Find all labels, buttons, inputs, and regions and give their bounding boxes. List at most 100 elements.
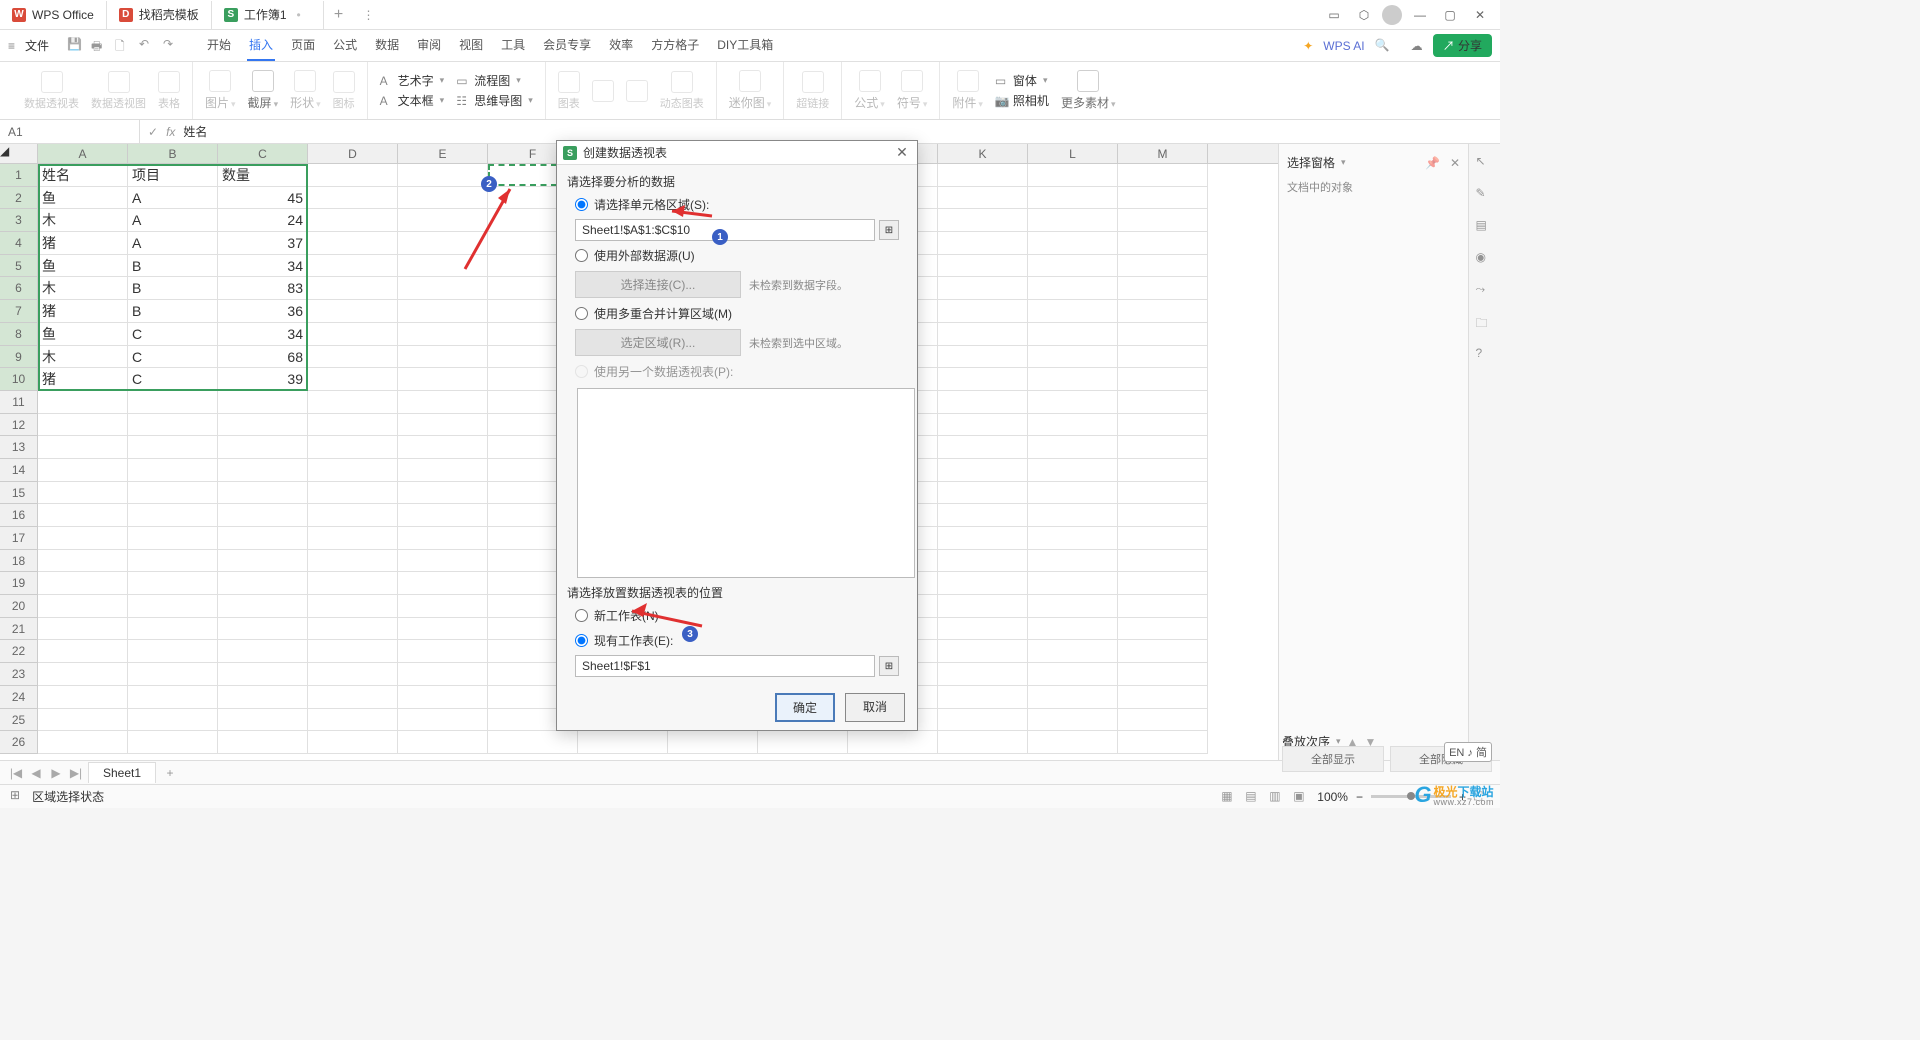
wps-ai-label[interactable]: WPS AI [1323,39,1364,53]
cell[interactable] [938,663,1028,686]
cell[interactable] [1028,255,1118,278]
row-header-13[interactable]: 13 [0,436,38,459]
cell[interactable] [1028,686,1118,709]
cell[interactable] [218,391,308,414]
ribbon-shape[interactable]: 形状▾ [290,70,321,111]
dialog-close-icon[interactable]: ✕ [893,144,911,162]
ribbon-minichart[interactable]: 迷你图▾ [729,70,772,111]
cell[interactable] [128,686,218,709]
cell[interactable] [308,527,398,550]
cell[interactable] [1118,209,1208,232]
cell[interactable] [398,459,488,482]
cell[interactable] [38,731,128,754]
ribbon-formula[interactable]: 公式▾ [854,70,885,111]
tab-menu-button[interactable]: ⋮ [354,8,384,22]
cell[interactable] [1118,595,1208,618]
cell[interactable] [398,504,488,527]
cell[interactable] [938,731,1028,754]
cell[interactable] [1118,232,1208,255]
cell[interactable] [1118,550,1208,573]
sheet-prev-icon[interactable]: ◀ [28,766,44,780]
row-header-17[interactable]: 17 [0,527,38,550]
cell[interactable] [308,300,398,323]
cell[interactable]: A [128,232,218,255]
cell[interactable] [38,550,128,573]
fx-icon[interactable]: fx [166,125,175,139]
window-mode-icon[interactable]: ▭ [1322,3,1346,27]
existing-picker-icon[interactable]: ⊞ [879,656,899,676]
cell[interactable] [38,504,128,527]
cell[interactable] [38,527,128,550]
cell[interactable] [398,595,488,618]
mtab-start[interactable]: 开始 [205,30,233,61]
cell[interactable] [1028,731,1118,754]
mtab-view[interactable]: 视图 [457,30,485,61]
cell[interactable] [398,255,488,278]
cell[interactable] [128,618,218,641]
panel-close-icon[interactable]: ✕ [1450,156,1460,170]
cell[interactable]: 68 [218,346,308,369]
cell[interactable] [38,436,128,459]
cell[interactable]: C [128,368,218,391]
row-header-16[interactable]: 16 [0,504,38,527]
cell[interactable] [308,255,398,278]
col-header-D[interactable]: D [308,144,398,163]
cell[interactable] [1118,504,1208,527]
cell[interactable] [1028,504,1118,527]
close-window-icon[interactable]: ✕ [1468,3,1492,27]
cell[interactable] [218,709,308,732]
cell[interactable] [848,731,938,754]
ribbon-spark[interactable] [626,80,648,102]
tab-wps[interactable]: WWPS Office [0,1,107,29]
row-header-21[interactable]: 21 [0,618,38,641]
cell[interactable] [1118,414,1208,437]
cell[interactable] [218,504,308,527]
cell[interactable] [308,595,398,618]
cell[interactable] [938,277,1028,300]
tool-branch-icon[interactable]: ⤳ [1476,282,1494,300]
cell[interactable] [398,323,488,346]
cell[interactable] [218,414,308,437]
share-button[interactable]: ↗ 分享 [1433,34,1492,57]
sheet-next-icon[interactable]: ▶ [48,766,64,780]
cancel-button[interactable]: 取消 [845,693,905,722]
ok-button[interactable]: 确定 [775,693,835,722]
cell[interactable] [1028,187,1118,210]
cell[interactable] [308,572,398,595]
radio-newsheet[interactable] [575,609,588,622]
mtab-page[interactable]: 页面 [289,30,317,61]
cell[interactable] [1118,436,1208,459]
tool-select-icon[interactable]: ↖ [1476,154,1494,172]
cell[interactable] [128,414,218,437]
cell[interactable] [128,709,218,732]
cell[interactable] [308,550,398,573]
cell[interactable] [128,482,218,505]
select-region-button[interactable]: 选定区域(R)... [575,329,741,356]
ribbon-dynchart[interactable]: 动态图表 [660,71,704,111]
cell[interactable]: 鱼 [38,187,128,210]
cell[interactable] [1118,686,1208,709]
cell[interactable] [1118,663,1208,686]
cell[interactable] [398,527,488,550]
cell[interactable]: B [128,255,218,278]
cell[interactable] [38,572,128,595]
tab-template[interactable]: D找稻壳模板 [107,1,212,29]
cell[interactable] [1028,323,1118,346]
row-header-1[interactable]: 1 [0,164,38,187]
cell[interactable] [938,209,1028,232]
cell[interactable] [938,391,1028,414]
col-header-B[interactable]: B [128,144,218,163]
tool-layout-icon[interactable]: ▤ [1476,218,1494,236]
cell[interactable] [1118,368,1208,391]
col-header-E[interactable]: E [398,144,488,163]
cell[interactable] [308,346,398,369]
row-header-25[interactable]: 25 [0,709,38,732]
cell[interactable] [578,731,668,754]
cell[interactable] [38,482,128,505]
cell[interactable] [938,414,1028,437]
cell[interactable] [128,731,218,754]
row-header-12[interactable]: 12 [0,414,38,437]
cell[interactable] [1028,368,1118,391]
cell[interactable] [218,640,308,663]
ribbon-table[interactable]: 表格 [158,71,180,111]
